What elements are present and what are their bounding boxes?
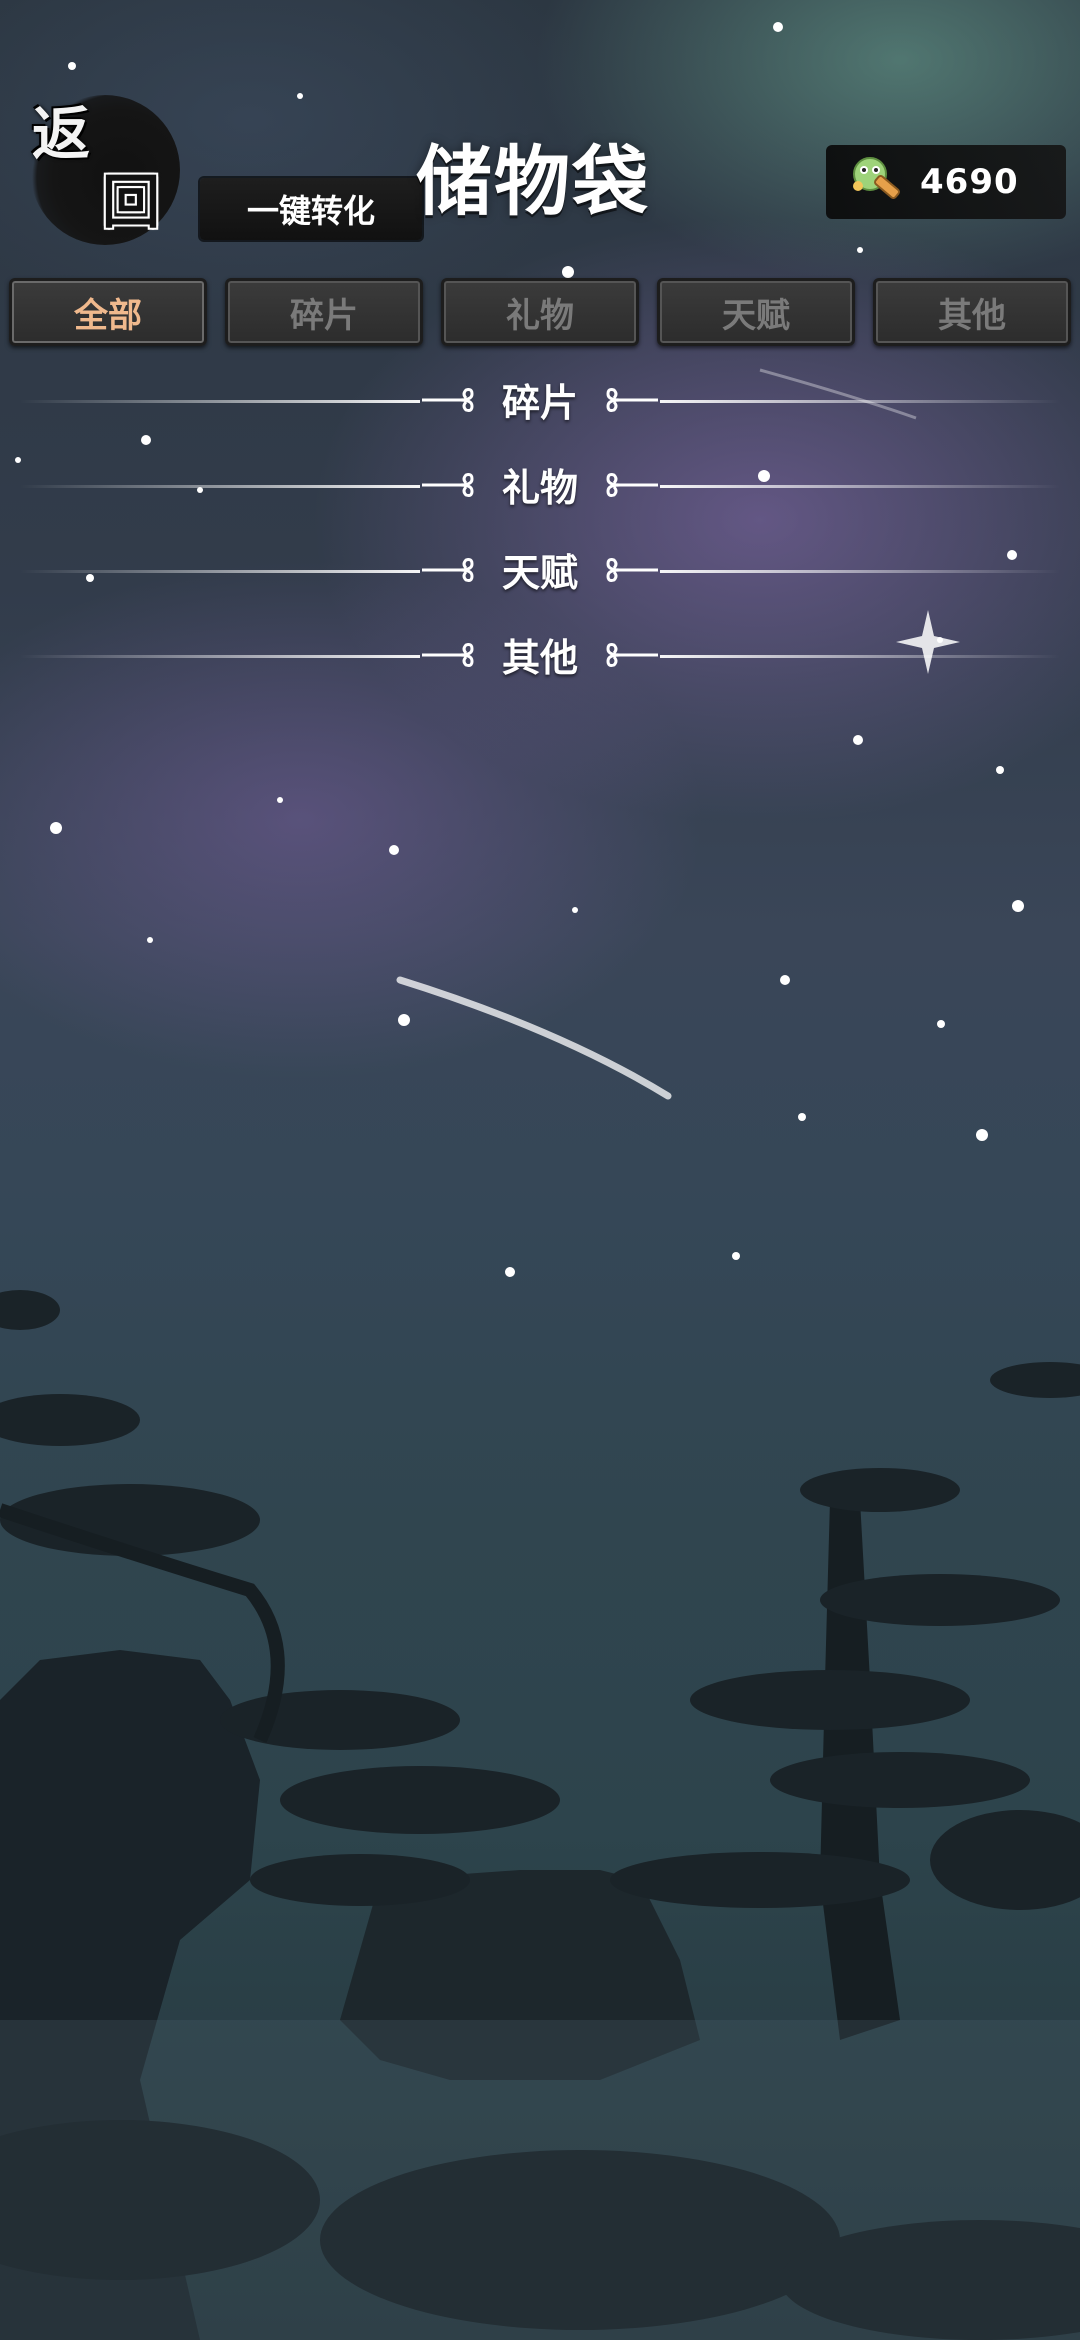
curl-ornament-icon — [422, 473, 474, 497]
curl-ornament-icon — [422, 388, 474, 412]
section-label: 天赋 — [501, 551, 578, 595]
tab-all[interactable]: 全部 — [9, 278, 207, 346]
curl-ornament-icon — [606, 388, 658, 412]
back-label-top: 返 — [32, 100, 91, 168]
back-label-bottom: 回 — [102, 168, 161, 236]
divider-line — [660, 485, 1060, 488]
curl-ornament-icon — [422, 558, 474, 582]
section-gifts: 礼物 — [0, 455, 1080, 540]
category-tabs: 全部 碎片 礼物 天赋 其他 — [9, 278, 1073, 346]
section-label: 礼物 — [501, 466, 578, 510]
page-title: 储物袋 — [416, 137, 650, 226]
curl-ornament-icon — [422, 643, 474, 667]
one-click-convert-button[interactable]: 一键转化 — [200, 178, 422, 240]
curl-ornament-icon — [606, 558, 658, 582]
section-talents: 天赋 — [0, 540, 1080, 625]
divider-line — [20, 485, 420, 488]
divider-line — [20, 400, 420, 403]
section-others: 其他 — [0, 625, 1080, 710]
inventory-sections: 碎片 礼物 天赋 其他 — [0, 370, 1080, 710]
divider-line — [660, 400, 1060, 403]
pine-mountain-landscape — [0, 1290, 1080, 2340]
divider-line — [20, 570, 420, 573]
currency-display: 4690 — [826, 145, 1066, 219]
currency-value: 4690 — [920, 162, 1019, 202]
divider-line — [660, 655, 1060, 658]
scroll-currency-icon — [853, 157, 900, 199]
tab-fragments[interactable]: 碎片 — [225, 278, 423, 346]
tab-others[interactable]: 其他 — [873, 278, 1071, 346]
back-button[interactable]: 返 回 — [30, 95, 180, 245]
curl-ornament-icon — [606, 643, 658, 667]
tab-talents[interactable]: 天赋 — [657, 278, 855, 346]
section-fragments: 碎片 — [0, 370, 1080, 455]
section-label: 碎片 — [501, 381, 578, 425]
divider-line — [660, 570, 1060, 573]
tab-gifts[interactable]: 礼物 — [441, 278, 639, 346]
curl-ornament-icon — [606, 473, 658, 497]
section-label: 其他 — [501, 636, 578, 680]
divider-line — [20, 655, 420, 658]
